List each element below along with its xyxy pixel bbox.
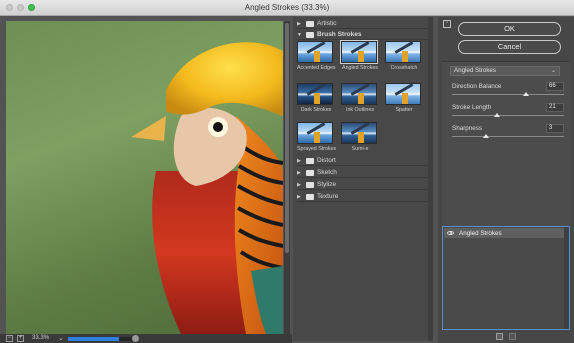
filter-thumb-label: Accented Edges <box>297 65 336 71</box>
disclosure-triangle-icon[interactable]: ▶ <box>297 21 303 27</box>
status-bar: − + 33.3% ⌄ <box>0 334 292 343</box>
effect-layer-label: Angled Strokes <box>459 229 502 237</box>
param-label: Sharpness <box>452 125 483 132</box>
effect-layers-panel: Angled Strokes <box>442 226 570 330</box>
new-layer-icon[interactable] <box>496 333 503 340</box>
disclosure-triangle-icon[interactable]: ▶ <box>297 194 303 200</box>
filter-thumb-crosshatch[interactable]: Crosshatch <box>385 41 423 71</box>
progress-indicator <box>132 335 139 342</box>
param-value-input[interactable]: 66 <box>546 82 564 91</box>
filter-preview-image <box>297 41 333 63</box>
layers-scrollbar[interactable] <box>564 227 569 329</box>
zoom-level[interactable]: 33.3% <box>32 335 49 341</box>
filter-settings-panel: Angled Strokes ⌄ Direction Balance 66 St… <box>442 61 570 237</box>
filter-preview-image <box>340 40 378 64</box>
progress-fill <box>68 337 120 341</box>
settings-column: ⌃ OK Cancel Angled Strokes ⌄ Direction B… <box>438 17 574 343</box>
filter-select-value: Angled Strokes <box>454 67 496 74</box>
folder-label: Distort <box>317 157 336 164</box>
trash-icon[interactable] <box>509 333 516 340</box>
folder-label: Stylize <box>317 181 337 188</box>
zoom-out-button[interactable]: − <box>6 335 13 342</box>
filter-thumb-sumi-e[interactable]: Sumi-e <box>341 122 379 152</box>
filter-preview-image <box>341 83 377 105</box>
folder-stylize[interactable]: ▶ Stylize <box>297 180 428 190</box>
disclosure-triangle-icon[interactable]: ▶ <box>297 158 303 164</box>
window-title: Angled Strokes (33.3%) <box>244 3 330 12</box>
filter-select[interactable]: Angled Strokes ⌄ <box>450 66 560 76</box>
filter-thumb-label: Sprayed Strokes <box>297 146 337 152</box>
folder-distort[interactable]: ▶ Distort <box>297 156 428 166</box>
filter-thumb-sprayed-strokes[interactable]: Sprayed Strokes <box>297 122 337 152</box>
filter-preview-image <box>297 83 333 105</box>
folder-artistic[interactable]: ▶ Artistic <box>297 19 428 29</box>
folder-icon <box>306 181 314 188</box>
layer-actions <box>496 333 516 340</box>
folder-sketch[interactable]: ▶ Sketch <box>297 168 428 178</box>
filter-preview-image <box>341 122 377 144</box>
folder-label: Brush Strokes <box>317 31 362 38</box>
disclosure-triangle-icon[interactable]: ▶ <box>297 182 303 188</box>
slider-track[interactable] <box>452 115 564 116</box>
filter-thumb-spatter[interactable]: Spatter <box>385 83 423 113</box>
slider-knob[interactable] <box>493 113 500 117</box>
preview-scrollbar[interactable] <box>284 21 290 334</box>
zoom-in-button[interactable]: + <box>17 335 24 342</box>
filter-preview-image <box>385 41 421 63</box>
progress-bar <box>68 337 134 341</box>
filter-gallery-list: ▶ Artistic ▼ Brush Strokes Accented Edge… <box>293 17 428 341</box>
eye-icon[interactable] <box>447 231 454 235</box>
folder-icon <box>306 31 314 38</box>
slider-track[interactable] <box>452 94 564 95</box>
slider-knob[interactable] <box>522 92 529 96</box>
effect-layer-row[interactable]: Angled Strokes <box>444 228 564 238</box>
slider-track[interactable] <box>452 136 564 137</box>
folder-brush-strokes[interactable]: ▼ Brush Strokes <box>297 30 428 40</box>
chevron-down-icon: ⌄ <box>550 68 556 74</box>
gallery-scrollbar[interactable] <box>428 17 433 341</box>
filter-thumb-dark-strokes[interactable]: Dark Strokes <box>297 83 335 113</box>
preview-scroll-thumb[interactable] <box>285 23 289 253</box>
folder-label: Artistic <box>317 20 337 27</box>
filter-thumb-label: Sumi-e <box>351 146 369 152</box>
zoom-dropdown-icon[interactable]: ⌄ <box>58 334 64 342</box>
filter-thumb-label: Spatter <box>395 107 413 113</box>
param-label: Direction Balance <box>452 83 502 90</box>
slider-knob[interactable] <box>482 134 489 138</box>
filter-thumb-label: Crosshatch <box>390 65 418 71</box>
folder-label: Texture <box>317 193 339 200</box>
filter-thumb-label: Ink Outlines <box>346 107 374 113</box>
filter-preview-image <box>297 122 333 144</box>
cancel-button[interactable]: Cancel <box>458 40 561 54</box>
folder-label: Sketch <box>317 169 337 176</box>
filter-thumb-ink-outlines[interactable]: Ink Outlines <box>341 83 379 113</box>
filter-thumb-label: Dark Strokes <box>300 107 332 113</box>
filter-thumb-label: Angled Strokes <box>342 65 378 71</box>
folder-icon <box>306 169 314 176</box>
disclosure-triangle-icon[interactable]: ▼ <box>297 32 303 38</box>
param-value-input[interactable]: 21 <box>546 103 564 112</box>
ok-button[interactable]: OK <box>458 22 561 36</box>
collapse-gallery-button[interactable]: ⌃ <box>443 20 451 28</box>
filter-thumb-accented-edges[interactable]: Accented Edges <box>297 41 336 71</box>
param-value-input[interactable]: 3 <box>546 124 564 133</box>
folder-icon <box>306 20 314 27</box>
folder-icon <box>306 193 314 200</box>
title-bar: Angled Strokes (33.3%) <box>0 0 574 16</box>
filter-thumb-angled-strokes[interactable]: Angled Strokes <box>340 40 379 71</box>
filter-gallery: ▶ Artistic ▼ Brush Strokes Accented Edge… <box>293 17 433 341</box>
preview-canvas[interactable] <box>6 21 283 334</box>
pheasant-image <box>131 42 283 334</box>
disclosure-triangle-icon[interactable]: ▶ <box>297 170 303 176</box>
folder-texture[interactable]: ▶ Texture <box>297 192 428 202</box>
folder-icon <box>306 157 314 164</box>
param-label: Stroke Length <box>452 104 492 111</box>
filter-preview-image <box>385 83 421 105</box>
